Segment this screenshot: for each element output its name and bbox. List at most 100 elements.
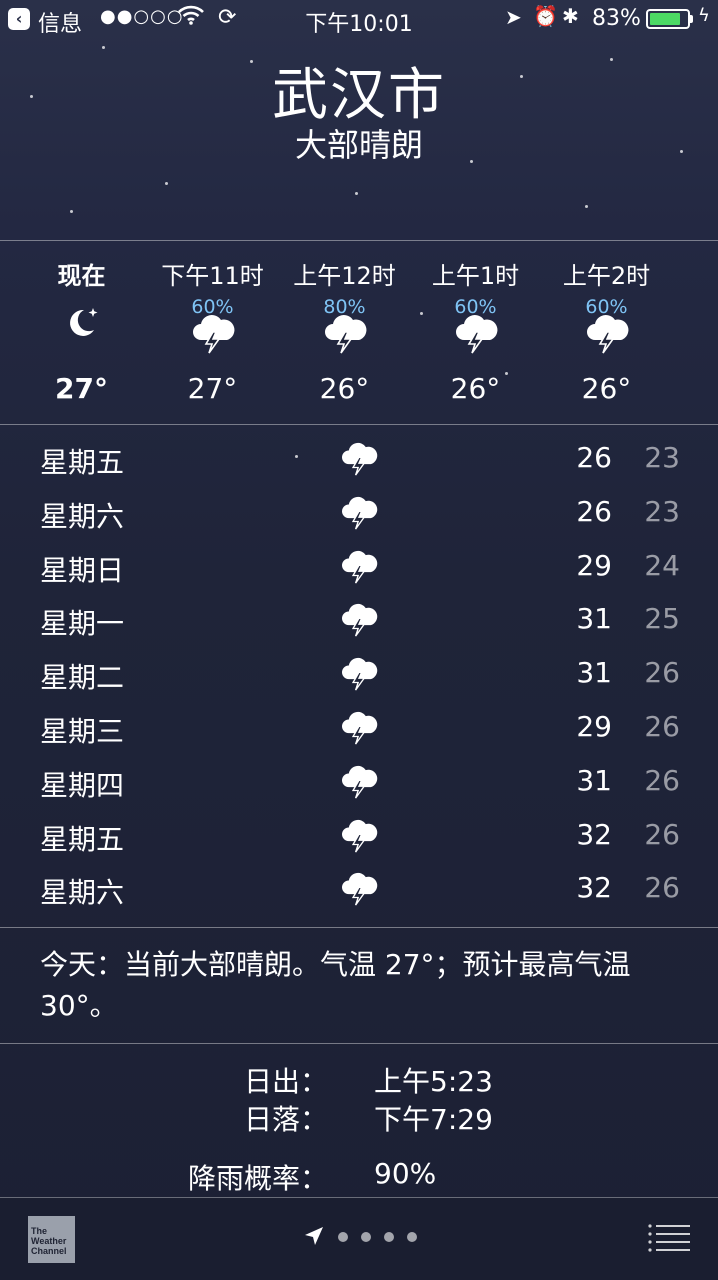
location-arrow-icon [305, 1227, 323, 1245]
sunrise-row: 日出： 上午5:23 [0, 1060, 718, 1100]
thunderstorm-icon [340, 442, 378, 476]
location-arrow-icon: ➤ [505, 5, 522, 29]
weather-screen: ‹ 信息 ●●○○○ ⟳ 下午10:01 ➤ ⏰ ✱ 83% ϟ 武汉市 大部晴… [0, 0, 718, 1280]
hourly-item: 上午2时 60% 26° [541, 242, 672, 424]
hour-label: 上午2时 [562, 262, 651, 290]
daily-row: 星期四 31 26 [0, 755, 718, 809]
daily-row: 星期六 32 26 [0, 862, 718, 916]
alarm-icon: ⏰ [533, 4, 558, 28]
weather-channel-logo[interactable]: The Weather Channel [28, 1216, 75, 1263]
rain-chance-value: 90% [374, 1157, 437, 1190]
day-high-temp: 32 [576, 871, 612, 905]
battery-icon [646, 9, 690, 29]
bottom-toolbar: The Weather Channel [0, 1197, 718, 1280]
thunderstorm-icon [340, 657, 378, 691]
hour-label: 下午11时 [161, 262, 264, 290]
thunderstorm-icon [340, 765, 378, 799]
day-low-temp: 23 [644, 494, 680, 528]
thunderstorm-icon [340, 872, 378, 906]
day-high-temp: 26 [576, 494, 612, 528]
battery-percent: 83% [592, 6, 641, 31]
rain-chance-row: 降雨概率： 90% [0, 1157, 718, 1197]
day-name: 星期五 [40, 822, 125, 856]
thunderstorm-icon [454, 314, 498, 354]
battery-level-fill [650, 13, 680, 25]
hourly-item: 上午1时 60% 26° [410, 242, 541, 424]
day-low-temp: 26 [644, 817, 680, 851]
day-low-temp: 23 [644, 441, 680, 474]
daily-row: 星期一 31 25 [0, 593, 718, 647]
hour-label: 现在 [57, 262, 106, 290]
daily-forecast: 星期五 26 23 星期六 26 23 星期日 29 24 星期一 31 25 星期二 31 26 星期三 29… [0, 432, 718, 916]
hour-label: 上午12时 [293, 262, 396, 290]
today-summary: 今天：当前大部晴朗。气温 27°；预计最高气温 30°。 [40, 948, 631, 1022]
thunderstorm-icon [585, 314, 629, 354]
sunset-value: 下午7:29 [374, 1103, 493, 1136]
day-high-temp: 32 [576, 817, 612, 851]
page-dot[interactable] [384, 1232, 394, 1242]
divider-top [0, 240, 718, 241]
hour-label: 上 [672, 256, 718, 291]
thunderstorm-icon [191, 314, 235, 354]
day-name: 星期四 [40, 768, 125, 802]
thunderstorm-icon [340, 496, 378, 530]
page-dot[interactable] [361, 1232, 371, 1242]
hourly-item: 现在 27° [16, 242, 147, 424]
sunset-row: 日落： 下午7:29 [0, 1098, 718, 1138]
hour-temp: 27° [55, 372, 108, 405]
day-low-temp: 26 [644, 709, 680, 743]
day-low-temp: 24 [644, 548, 680, 582]
day-high-temp: 26 [576, 441, 612, 474]
sunrise-value: 上午5:23 [374, 1065, 493, 1098]
day-high-temp: 31 [576, 602, 612, 636]
day-name: 星期日 [40, 553, 125, 587]
day-name: 星期六 [40, 876, 125, 910]
hourly-item: 上2 [672, 242, 718, 424]
day-low-temp: 26 [644, 656, 680, 690]
city-name: 武汉市 [272, 63, 446, 128]
charging-bolt-icon: ϟ [698, 5, 710, 26]
hour-temp: 26° [450, 372, 501, 405]
daily-row: 星期三 29 26 [0, 701, 718, 755]
thunderstorm-icon [323, 314, 367, 354]
hour-label: 上午1时 [431, 262, 520, 290]
page-dot[interactable] [407, 1232, 417, 1242]
hour-temp: 26° [581, 372, 632, 405]
moon-stars-icon [60, 302, 104, 342]
daily-row: 星期六 26 23 [0, 486, 718, 540]
day-name: 星期五 [40, 446, 125, 479]
battery-cap [690, 15, 693, 23]
day-name: 星期六 [40, 499, 125, 533]
daily-row: 星期五 26 23 [0, 432, 718, 486]
day-name: 星期一 [40, 607, 125, 641]
hourly-item: 下午11时 60% 27° [147, 242, 278, 424]
hourly-forecast[interactable]: 现在 27° 下午11时 60% 27° 上午12时 80% 26° 上午1时 60% 26° 上午2… [0, 242, 718, 424]
thunderstorm-icon [340, 819, 378, 853]
divider-hourly [0, 424, 718, 425]
day-low-temp: 25 [644, 602, 680, 636]
daily-row: 星期二 31 26 [0, 647, 718, 701]
sunset-label: 日落： [243, 1103, 328, 1136]
hour-temp: 27° [187, 372, 238, 405]
divider-daily [0, 927, 718, 928]
current-condition: 大部晴朗 [294, 126, 423, 164]
page-dot[interactable] [338, 1232, 348, 1242]
day-high-temp: 31 [576, 656, 612, 690]
hour-temp: 26° [319, 372, 370, 405]
thunderstorm-icon [340, 711, 378, 745]
daily-row: 星期五 32 26 [0, 809, 718, 863]
thunderstorm-icon [340, 603, 378, 637]
day-name: 星期三 [40, 714, 125, 748]
divider-summary [0, 1043, 718, 1044]
daily-row: 星期日 29 24 [0, 540, 718, 594]
day-high-temp: 29 [576, 548, 612, 582]
day-high-temp: 31 [576, 763, 612, 797]
day-high-temp: 29 [576, 709, 612, 743]
bluetooth-icon: ✱ [562, 4, 579, 28]
thunderstorm-icon [340, 550, 378, 584]
status-bar: ‹ 信息 ●●○○○ ⟳ 下午10:01 ➤ ⏰ ✱ 83% ϟ [0, 0, 718, 40]
city-list-icon[interactable] [648, 1224, 690, 1252]
rain-chance-label: 降雨概率： [187, 1162, 328, 1195]
day-low-temp: 26 [644, 871, 680, 905]
day-name: 星期二 [40, 661, 125, 695]
